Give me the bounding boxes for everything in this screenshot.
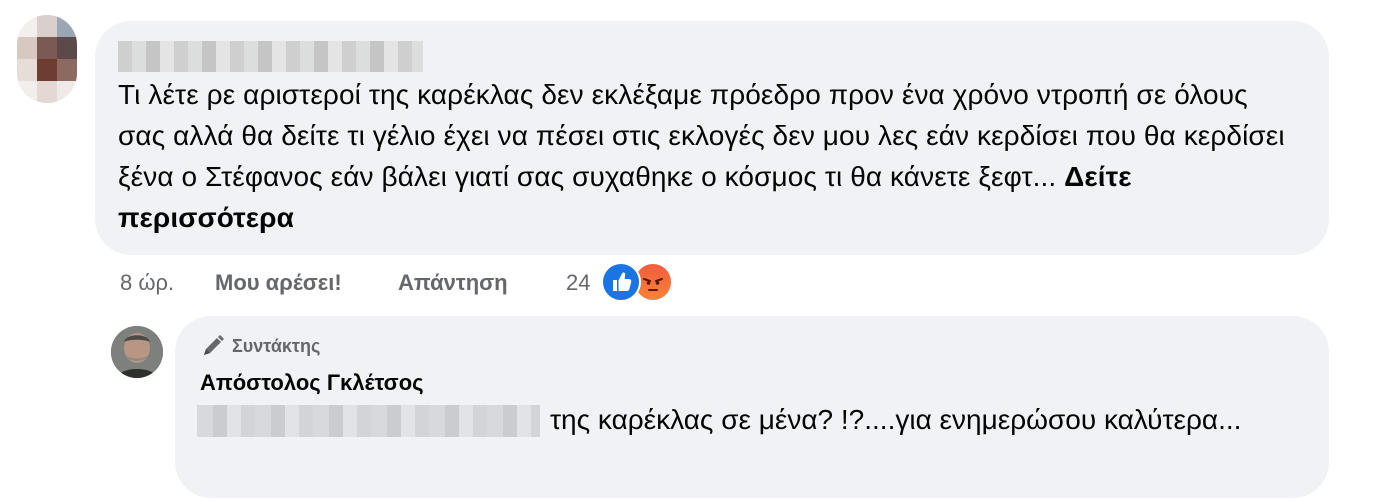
like-reaction-icon [601, 262, 641, 302]
reply-button[interactable]: Απάντηση [398, 270, 508, 296]
comment-body: Τι λέτε ρε αριστεροί της καρέκλας δεν εκ… [118, 74, 1298, 238]
comment-timestamp[interactable]: 8 ώρ. [120, 270, 174, 296]
pen-icon [200, 333, 226, 359]
reply-body: της καρέκλας σε μένα? !?....για ενημερώσ… [200, 400, 1300, 440]
commenter-name-blurred[interactable] [118, 41, 423, 72]
reply-author-avatar[interactable] [111, 326, 163, 378]
like-button[interactable]: Μου αρέσει! [215, 270, 342, 296]
reply-text: της καρέκλας σε μένα? !?....για ενημερώσ… [550, 404, 1242, 435]
author-badge-label: Συντάκτης [232, 336, 321, 356]
reply-author-name[interactable]: Απόστολος Γκλέτσος [200, 370, 424, 396]
reaction-count: 24 [566, 270, 591, 295]
commenter-avatar[interactable] [17, 15, 77, 103]
reaction-summary[interactable]: 24 [566, 262, 686, 302]
